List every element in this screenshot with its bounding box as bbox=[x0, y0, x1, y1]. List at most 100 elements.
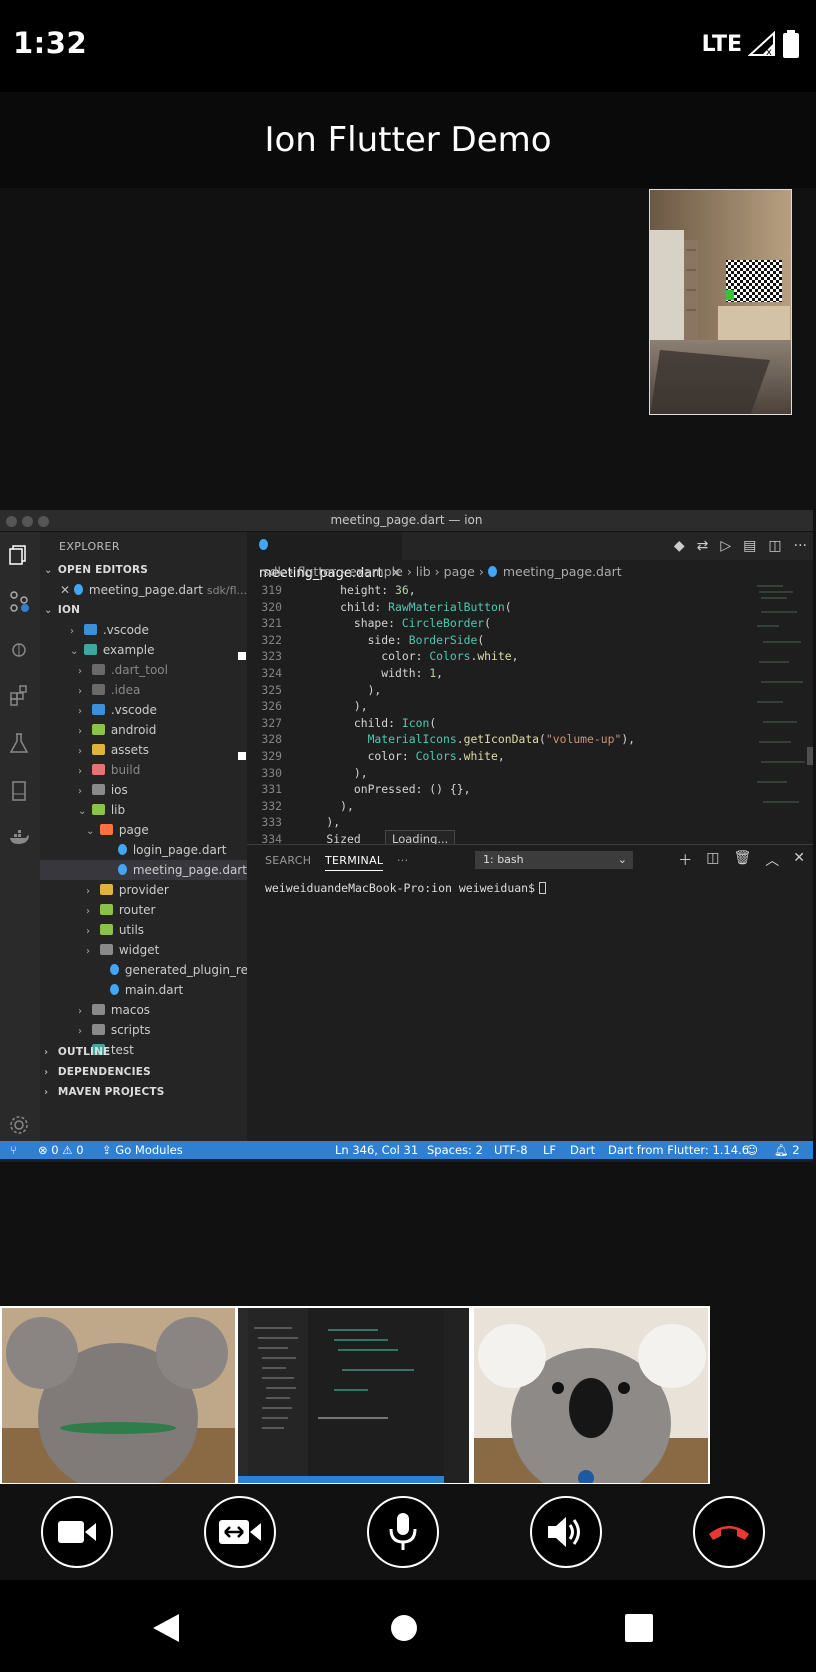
code-text: child: Icon( bbox=[299, 715, 437, 730]
cursor-position[interactable]: Ln 346, Col 31 bbox=[335, 1141, 418, 1159]
code-line[interactable]: 324 width: 1, bbox=[247, 665, 737, 682]
breadcrumb-item[interactable]: page bbox=[444, 564, 475, 579]
file-tree-item[interactable]: › scripts bbox=[40, 1020, 247, 1040]
terminal-select[interactable]: 1: bash ⌄ bbox=[475, 851, 633, 869]
folder-icon bbox=[83, 644, 97, 655]
code-line[interactable]: 332 ), bbox=[247, 798, 737, 815]
call-controls bbox=[0, 1484, 816, 1580]
code-line[interactable]: 322 side: BorderSide( bbox=[247, 632, 737, 649]
open-editor-path: sdk/fl... bbox=[206, 584, 247, 597]
file-tree-item[interactable]: › ios bbox=[40, 780, 247, 800]
code-line[interactable]: 323 color: Colors.white, bbox=[238, 648, 737, 665]
maven-projects-section[interactable]: › MAVEN PROJECTS bbox=[40, 1082, 247, 1102]
file-tree-item[interactable]: generated_plugin_re... bbox=[40, 960, 247, 980]
file-tree-item[interactable]: login_page.dart bbox=[40, 840, 247, 860]
git-compare-icon[interactable]: ◆ bbox=[674, 538, 685, 554]
nav-back-button[interactable] bbox=[146, 1608, 186, 1648]
project-section[interactable]: ⌄ ION bbox=[40, 600, 247, 620]
switch-camera-button[interactable] bbox=[204, 1496, 276, 1568]
notifications[interactable]: 🔔︎ 2 bbox=[774, 1141, 800, 1159]
tab-search[interactable]: SEARCH bbox=[265, 854, 311, 867]
file-tree-item[interactable]: › router bbox=[40, 900, 247, 920]
chevron-up-icon[interactable]: ︿ bbox=[765, 850, 779, 870]
file-tree-item[interactable]: › macos bbox=[40, 1000, 247, 1020]
local-video-preview[interactable] bbox=[649, 189, 792, 415]
code-line[interactable]: 330 ), bbox=[247, 765, 737, 782]
toggle-camera-button[interactable] bbox=[41, 1496, 113, 1568]
breakpoint-marker[interactable] bbox=[238, 652, 246, 661]
branch-icon[interactable]: ⑂ bbox=[10, 1141, 17, 1159]
trash-icon[interactable]: 🗑 bbox=[733, 850, 751, 870]
breadcrumb-item[interactable]: example bbox=[349, 564, 403, 579]
file-tree-item[interactable]: › .dart_tool bbox=[40, 660, 247, 680]
new-terminal-icon[interactable]: ＋ bbox=[678, 850, 692, 870]
toggle-mic-button[interactable] bbox=[367, 1496, 439, 1568]
go-modules-indicator[interactable]: ⇪ Go Modules bbox=[102, 1141, 183, 1159]
split-terminal-icon[interactable]: ◫ bbox=[706, 850, 719, 870]
language-mode[interactable]: Dart bbox=[570, 1141, 595, 1159]
hang-up-button[interactable] bbox=[693, 1496, 765, 1568]
open-editors-section[interactable]: ⌄ OPEN EDITORS bbox=[40, 560, 247, 580]
code-area[interactable]: 319 height: 36, 320 child: RawMaterialBut… bbox=[238, 582, 737, 881]
code-line[interactable]: 329 color: Colors.white, bbox=[238, 748, 737, 765]
code-line[interactable]: 319 height: 36, bbox=[247, 582, 737, 599]
participant-thumb[interactable] bbox=[238, 1308, 469, 1483]
file-tree-item[interactable]: › provider bbox=[40, 880, 247, 900]
code-line[interactable]: 325 ), bbox=[247, 682, 737, 699]
file-tree-item[interactable]: › widget bbox=[40, 940, 247, 960]
nav-recents-button[interactable] bbox=[619, 1608, 659, 1648]
file-tree-item[interactable]: › utils bbox=[40, 920, 247, 940]
preview-icon[interactable]: ▤ bbox=[743, 538, 756, 554]
file-tree-item[interactable]: ⌄ page bbox=[40, 820, 247, 840]
file-tree-item[interactable]: ⌄ example bbox=[40, 640, 247, 660]
file-tree-item[interactable]: › .vscode bbox=[40, 700, 247, 720]
breadcrumb-item[interactable]: lib bbox=[416, 564, 431, 579]
file-tree-item[interactable]: › android bbox=[40, 720, 247, 740]
file-tree-item[interactable]: › .idea bbox=[40, 680, 247, 700]
close-panel-icon[interactable]: ✕ bbox=[793, 850, 805, 870]
participant-thumb[interactable] bbox=[2, 1308, 235, 1483]
split-editor-icon[interactable]: ◫ bbox=[768, 538, 781, 554]
line-ending[interactable]: LF bbox=[543, 1141, 556, 1159]
open-editor-item[interactable]: ✕ meeting_page.dart sdk/fl... bbox=[40, 580, 247, 600]
speaker-icon bbox=[548, 1517, 580, 1547]
problems-indicator[interactable]: ⊗ 0 ⚠ 0 bbox=[38, 1141, 84, 1159]
nav-home-button[interactable] bbox=[384, 1608, 424, 1648]
file-tree-item[interactable]: ⌄ lib bbox=[40, 800, 247, 820]
participant-thumb[interactable] bbox=[474, 1308, 708, 1483]
file-tree-item[interactable]: › .vscode bbox=[40, 620, 247, 640]
encoding[interactable]: UTF-8 bbox=[494, 1141, 528, 1159]
run-icon[interactable]: ▷ bbox=[720, 538, 731, 554]
outline-section[interactable]: › OUTLINE bbox=[40, 1042, 247, 1062]
line-number: 320 bbox=[261, 599, 282, 614]
code-line[interactable]: 333 ), bbox=[247, 814, 737, 831]
code-line[interactable]: 327 child: Icon( bbox=[247, 715, 737, 732]
file-tree-item[interactable]: › assets bbox=[40, 740, 247, 760]
feedback-smiley-icon[interactable]: ☺ bbox=[746, 1141, 758, 1159]
code-line[interactable]: 331 onPressed: () {}, bbox=[247, 781, 737, 798]
more-actions-icon[interactable]: ··· bbox=[794, 538, 807, 554]
code-line[interactable]: 320 child: RawMaterialButton( bbox=[247, 599, 737, 616]
line-number: 326 bbox=[261, 699, 282, 714]
breakpoint-marker[interactable] bbox=[238, 751, 246, 760]
breadcrumb-item[interactable]: sdk bbox=[263, 564, 285, 579]
breadcrumb-item[interactable]: flutter bbox=[298, 564, 336, 579]
file-tree-item[interactable]: meeting_page.dart bbox=[40, 860, 247, 880]
code-line[interactable]: 328 MaterialIcons.getIconData("volume-up… bbox=[247, 731, 737, 748]
file-tree-item[interactable]: main.dart bbox=[40, 980, 247, 1000]
activity-bar bbox=[0, 532, 40, 1151]
dependencies-section[interactable]: › DEPENDENCIES bbox=[40, 1062, 247, 1082]
tab-more[interactable]: ··· bbox=[397, 854, 408, 867]
flutter-version[interactable]: Dart from Flutter: 1.14.6 bbox=[608, 1141, 749, 1159]
code-line[interactable]: 326 ), bbox=[247, 698, 737, 715]
code-line[interactable]: 321 shape: CircleBorder( bbox=[247, 615, 737, 632]
file-tree-item[interactable]: › build bbox=[40, 760, 247, 780]
indentation[interactable]: Spaces: 2 bbox=[427, 1141, 483, 1159]
tab-meeting-page[interactable]: meeting_page.dart ✕ bbox=[247, 532, 402, 581]
minimap[interactable] bbox=[753, 582, 813, 822]
breadcrumb-item[interactable]: meeting_page.dart bbox=[503, 564, 622, 579]
toggle-speaker-button[interactable] bbox=[530, 1496, 602, 1568]
terminal-prompt[interactable]: weiweiduandeMacBook-Pro:ion weiweiduan$ bbox=[265, 881, 547, 895]
tab-terminal[interactable]: TERMINAL bbox=[325, 854, 384, 871]
open-changes-icon[interactable]: ⇄ bbox=[697, 538, 709, 554]
